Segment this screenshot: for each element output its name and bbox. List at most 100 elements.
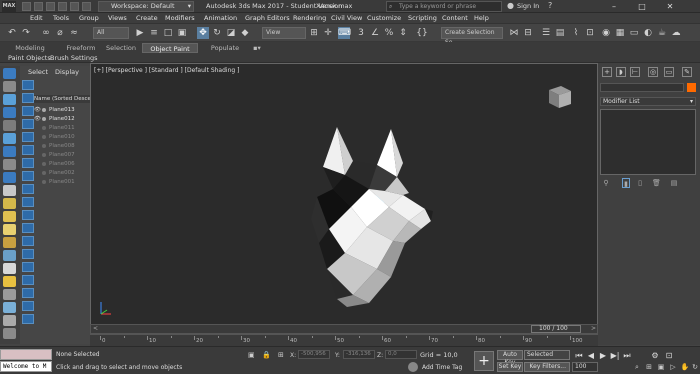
remove-modifier-icon[interactable]: 🗑 bbox=[652, 178, 661, 188]
tab-selection[interactable]: Selection bbox=[104, 43, 138, 53]
maximize-viewport-icon[interactable]: ⊡ bbox=[664, 351, 674, 361]
create-sun-icon[interactable] bbox=[3, 276, 16, 287]
render-teapot-icon[interactable]: ☕ bbox=[656, 27, 668, 39]
selection-region-icon[interactable]: □ bbox=[162, 27, 174, 39]
menu-edit[interactable]: Edit bbox=[30, 13, 43, 24]
configure-sets-icon[interactable]: ▤ bbox=[670, 178, 678, 188]
menu-content[interactable]: Content bbox=[442, 13, 468, 24]
schematic-view-icon[interactable]: ⊡ bbox=[584, 27, 596, 39]
menu-create[interactable]: Create bbox=[136, 13, 158, 24]
minimize-button[interactable]: – bbox=[600, 1, 628, 12]
modify-panel-icon[interactable]: ◗ bbox=[616, 67, 626, 77]
list-item[interactable]: Plane011 bbox=[34, 124, 90, 132]
show-end-result-icon[interactable]: ▮ bbox=[622, 178, 630, 188]
next-frame-icon[interactable]: ▶| bbox=[610, 351, 620, 361]
material-editor-icon[interactable]: ◉ bbox=[600, 27, 612, 39]
filter-cameras-icon[interactable] bbox=[22, 119, 34, 129]
display-invert-icon[interactable] bbox=[22, 262, 34, 272]
pin-stack-icon[interactable]: ⚲ bbox=[602, 178, 610, 188]
create-dynamics-icon[interactable] bbox=[3, 315, 16, 326]
filter-helpers-icon[interactable] bbox=[22, 132, 34, 142]
zoom-extents-icon[interactable]: ▣ bbox=[656, 363, 666, 372]
husky-lowpoly-model[interactable] bbox=[281, 119, 451, 309]
select-move-icon[interactable]: ✥ bbox=[197, 27, 209, 39]
display-all-icon[interactable] bbox=[22, 236, 34, 246]
key-set-dropdown[interactable]: Selected bbox=[524, 350, 570, 360]
maxscript-output[interactable]: Welcome to M bbox=[0, 361, 52, 372]
pan-icon[interactable]: ✋ bbox=[680, 363, 690, 372]
close-button[interactable]: ✕ bbox=[656, 1, 684, 12]
create-particles-icon[interactable] bbox=[3, 289, 16, 300]
goto-start-icon[interactable]: ⏮ bbox=[574, 351, 584, 361]
make-unique-icon[interactable]: ▯ bbox=[636, 178, 644, 188]
ribbon-options-icon[interactable]: ▪▾ bbox=[250, 43, 264, 53]
display-panel-icon[interactable]: ▭ bbox=[664, 67, 674, 77]
create-light-icon[interactable] bbox=[3, 198, 16, 209]
zoom-all-icon[interactable]: ⊞ bbox=[644, 363, 654, 372]
pivot-center-icon[interactable]: ⊞ bbox=[308, 27, 320, 39]
bind-spacewarp-icon[interactable]: ≈ bbox=[68, 27, 80, 39]
reference-coordinate-dropdown[interactable]: View bbox=[262, 27, 306, 39]
menu-civil-view[interactable]: Civil View bbox=[331, 13, 362, 24]
utilities-panel-icon[interactable]: ✎ bbox=[682, 67, 692, 77]
time-tag-icon[interactable] bbox=[408, 362, 418, 372]
selection-filter-dropdown[interactable]: All bbox=[93, 27, 129, 39]
find-icon[interactable] bbox=[22, 275, 34, 285]
tab-display[interactable]: Display bbox=[55, 68, 79, 76]
create-cylinder-icon[interactable] bbox=[3, 94, 16, 105]
field-of-view-icon[interactable]: ▷ bbox=[668, 363, 678, 372]
named-selection-dropdown[interactable]: Create Selection Se bbox=[441, 27, 503, 46]
filter-containers-icon[interactable] bbox=[22, 197, 34, 207]
create-cone-icon[interactable] bbox=[3, 133, 16, 144]
filter-geometry-icon[interactable] bbox=[22, 80, 34, 90]
select-scale-icon[interactable]: ◪ bbox=[225, 27, 237, 39]
layers-icon[interactable] bbox=[22, 314, 34, 324]
list-item[interactable]: Plane001 bbox=[34, 178, 90, 186]
prev-frame-icon[interactable]: ◀ bbox=[586, 351, 596, 361]
new-file-icon[interactable] bbox=[22, 2, 31, 11]
filter-lights-icon[interactable] bbox=[22, 106, 34, 116]
sign-in-link[interactable]: Sign In bbox=[517, 1, 539, 12]
list-item[interactable]: Plane006 bbox=[34, 160, 90, 168]
percent-snap-icon[interactable]: % bbox=[383, 27, 395, 39]
create-compound-icon[interactable] bbox=[3, 302, 16, 313]
render-setup-icon[interactable]: ▦ bbox=[614, 27, 626, 39]
create-teapot-icon[interactable] bbox=[3, 120, 16, 131]
undo-quick-icon[interactable] bbox=[58, 2, 67, 11]
zoom-icon[interactable]: ⌕ bbox=[632, 363, 642, 372]
list-item[interactable]: 👁 Plane012 bbox=[34, 115, 90, 123]
set-key-big-button[interactable]: + bbox=[474, 351, 494, 371]
edit-named-selection-icon[interactable]: {} bbox=[416, 27, 428, 39]
create-system-icon[interactable] bbox=[3, 250, 16, 261]
modifier-stack[interactable] bbox=[600, 109, 696, 175]
workspace-dropdown[interactable]: Workspace: Default ▾ bbox=[98, 1, 194, 12]
menu-rendering[interactable]: Rendering bbox=[293, 13, 326, 24]
menu-group[interactable]: Group bbox=[79, 13, 99, 24]
redo-icon[interactable]: ↷ bbox=[20, 27, 32, 39]
mirror-icon[interactable]: ⋈ bbox=[508, 27, 520, 39]
tab-object-paint[interactable]: Object Paint bbox=[142, 43, 198, 53]
keyboard-shortcut-override-icon[interactable]: ⌨ bbox=[338, 27, 351, 39]
scene-explorer-toggle-icon[interactable]: ☰ bbox=[540, 27, 552, 39]
set-key-button[interactable]: Set Key bbox=[497, 362, 523, 372]
search-input[interactable]: ⌕ Type a keyword or phrase bbox=[386, 1, 502, 12]
tab-populate[interactable]: Populate bbox=[205, 43, 245, 53]
x-coordinate-field[interactable]: -500,956 bbox=[298, 350, 330, 359]
maximize-button[interactable]: □ bbox=[628, 1, 656, 12]
object-name-field[interactable] bbox=[600, 83, 684, 92]
current-frame-field[interactable]: 100 bbox=[572, 362, 598, 372]
layer-explorer-icon[interactable]: ▤ bbox=[554, 27, 566, 39]
create-camera-icon[interactable] bbox=[3, 211, 16, 222]
select-by-name-icon[interactable]: ≡ bbox=[148, 27, 160, 39]
menu-customize[interactable]: Customize bbox=[367, 13, 401, 24]
help-icon[interactable]: ? bbox=[548, 1, 552, 10]
unlink-icon[interactable]: ⌀ bbox=[54, 27, 66, 39]
project-folder-icon[interactable] bbox=[82, 2, 91, 11]
object-color-swatch[interactable] bbox=[687, 83, 696, 92]
perspective-viewport[interactable]: [+] [Perspective ] [Standard ] [Default … bbox=[90, 63, 598, 337]
isolate-selection-icon[interactable]: ▣ bbox=[248, 351, 255, 359]
y-coordinate-field[interactable]: -316,136 bbox=[343, 350, 375, 359]
spinner-snap-icon[interactable]: ⇕ bbox=[397, 27, 409, 39]
maxscript-listener-input[interactable] bbox=[0, 349, 52, 360]
create-plane-icon[interactable] bbox=[3, 185, 16, 196]
